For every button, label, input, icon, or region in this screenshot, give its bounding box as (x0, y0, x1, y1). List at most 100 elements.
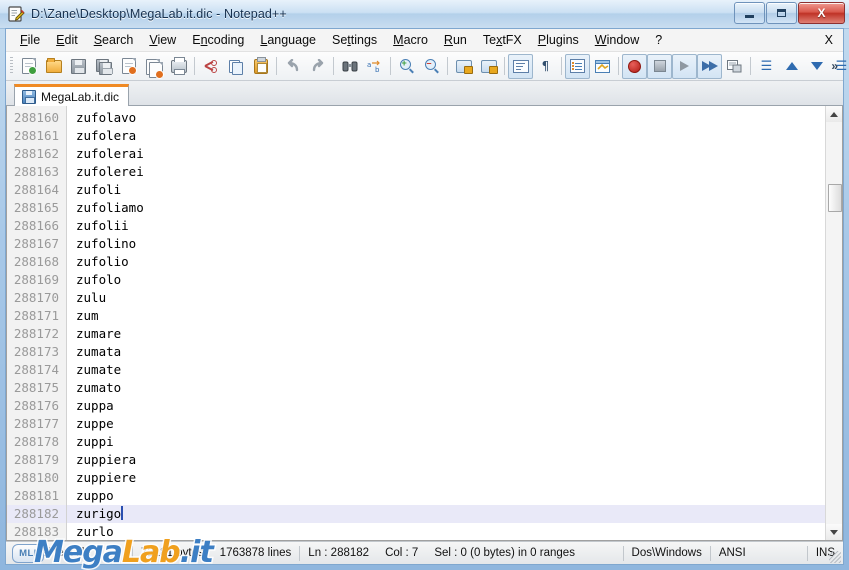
indent-guide-icon[interactable] (565, 53, 590, 79)
sync-horizontal-scrolling-icon[interactable] (476, 54, 501, 79)
saved-document-icon (22, 89, 36, 104)
text-line[interactable]: zulu (67, 289, 825, 307)
notepadpp-window: D:\Zane\Desktop\MegaLab.it.dic - Notepad… (0, 0, 849, 570)
svg-text:b: b (375, 66, 380, 73)
status-file-type: Normal text file (14, 547, 91, 559)
toolbar-overflow-button[interactable]: » (831, 59, 838, 73)
close-all-files-icon[interactable] (141, 54, 166, 79)
text-line[interactable]: zuppi (67, 433, 825, 451)
save-icon[interactable] (66, 54, 91, 79)
save-macro-icon[interactable] (722, 54, 747, 79)
redo-icon[interactable] (305, 54, 330, 79)
scroll-up-arrow[interactable] (826, 106, 842, 122)
replace-icon[interactable]: a b (362, 54, 387, 79)
undo-icon[interactable] (280, 54, 305, 79)
menu-item-search[interactable]: Search (86, 31, 142, 49)
text-line[interactable]: zufoliamo (67, 199, 825, 217)
text-content-area[interactable]: zufolavo zufolera zufolerai zufolerei zufoli… (67, 106, 825, 540)
vertical-scrollbar[interactable] (825, 106, 842, 540)
line-number: 288160 (13, 110, 59, 125)
line-text: zulu (76, 290, 107, 305)
menu-item-settings[interactable]: Settings (324, 31, 385, 49)
line-number: 288169 (13, 272, 59, 287)
expand-level-icon[interactable] (804, 54, 829, 79)
toolbar-separator (447, 57, 448, 75)
menu-item-run[interactable]: Run (436, 31, 475, 49)
toolbar-separator (561, 57, 562, 75)
menu-item-edit[interactable]: Edit (48, 31, 86, 49)
close-document-button[interactable]: X (825, 33, 833, 47)
editor-area[interactable]: 288160 288161 288162 288163 288164 288165 2881… (6, 106, 843, 541)
menu-item-file[interactable]: File (12, 31, 48, 49)
tab-megalab-it-dic[interactable]: MegaLab.it.dic (14, 84, 130, 106)
menu-item-macro[interactable]: Macro (385, 31, 436, 49)
show-all-characters-icon[interactable]: ¶ (533, 54, 558, 79)
line-text: zuppiere (76, 470, 137, 485)
line-number: 288166 (13, 218, 59, 233)
line-number: 288181 (13, 488, 59, 503)
text-line[interactable]: zufolerei (67, 163, 825, 181)
text-line[interactable]: zumare (67, 325, 825, 343)
text-line[interactable]: zuppiera (67, 451, 825, 469)
collapse-level-icon[interactable] (779, 54, 804, 79)
text-line[interactable]: zuppa (67, 397, 825, 415)
line-number: 288180 (13, 470, 59, 485)
text-line[interactable]: zuppo (67, 487, 825, 505)
menu-item-help[interactable]: ? (647, 31, 670, 49)
user-defined-dialog-icon[interactable] (590, 54, 615, 79)
close-button[interactable]: X (798, 2, 845, 24)
maximize-button[interactable] (766, 2, 797, 24)
text-caret (121, 506, 123, 520)
text-line[interactable]: zufolavo (67, 109, 825, 127)
paste-icon[interactable] (248, 54, 273, 79)
line-number: 288173 (13, 344, 59, 359)
close-file-icon[interactable] (116, 54, 141, 79)
text-line[interactable]: zufolo (67, 271, 825, 289)
stop-recording-icon[interactable] (647, 53, 672, 79)
start-recording-icon[interactable] (622, 53, 647, 79)
copy-icon[interactable] (223, 54, 248, 79)
text-line[interactable]: zurigo (67, 505, 825, 523)
text-line[interactable]: zuppe (67, 415, 825, 433)
zoom-in-icon[interactable]: + (394, 54, 419, 79)
new-file-icon[interactable] (16, 54, 41, 79)
menu-item-window[interactable]: Window (587, 31, 647, 49)
run-macro-multiple-icon[interactable] (697, 53, 722, 79)
text-line[interactable]: zufolerai (67, 145, 825, 163)
text-line[interactable]: zumato (67, 379, 825, 397)
cut-icon[interactable] (198, 54, 223, 79)
play-macro-icon[interactable] (672, 53, 697, 79)
line-number: 288171 (13, 308, 59, 323)
text-line[interactable]: zufolii (67, 217, 825, 235)
toolbar-grip[interactable] (10, 57, 13, 75)
word-wrap-icon[interactable] (508, 53, 533, 79)
text-line[interactable]: zufoli (67, 181, 825, 199)
text-line[interactable]: zuppiere (67, 469, 825, 487)
minimize-button[interactable] (734, 2, 765, 24)
resize-grip[interactable] (829, 551, 841, 563)
text-line[interactable]: zufolera (67, 127, 825, 145)
toolbar: a b + – ¶ ☰ ☰ » (6, 52, 847, 81)
menu-item-plugins[interactable]: Plugins (530, 31, 587, 49)
text-line[interactable]: zum (67, 307, 825, 325)
close-icon: X (817, 6, 826, 20)
text-line[interactable]: zurlo (67, 523, 825, 540)
text-line[interactable]: zumata (67, 343, 825, 361)
menu-item-language[interactable]: Language (252, 31, 324, 49)
menu-item-textfx[interactable]: TextFX (475, 31, 530, 49)
menu-item-encoding[interactable]: Encoding (184, 31, 252, 49)
menu-item-view[interactable]: View (141, 31, 184, 49)
scrollbar-thumb[interactable] (828, 184, 842, 212)
text-line[interactable]: zumate (67, 361, 825, 379)
sync-vertical-scrolling-icon[interactable] (451, 54, 476, 79)
open-file-icon[interactable] (41, 54, 66, 79)
find-icon[interactable] (337, 54, 362, 79)
text-line[interactable]: zufolio (67, 253, 825, 271)
save-all-icon[interactable] (91, 54, 116, 79)
zoom-out-icon[interactable]: – (419, 54, 444, 79)
line-text: zufoliamo (76, 200, 144, 215)
collapse-all-icon[interactable]: ☰ (754, 54, 779, 79)
text-line[interactable]: zufolino (67, 235, 825, 253)
scroll-down-arrow[interactable] (826, 524, 842, 540)
print-icon[interactable] (166, 54, 191, 79)
